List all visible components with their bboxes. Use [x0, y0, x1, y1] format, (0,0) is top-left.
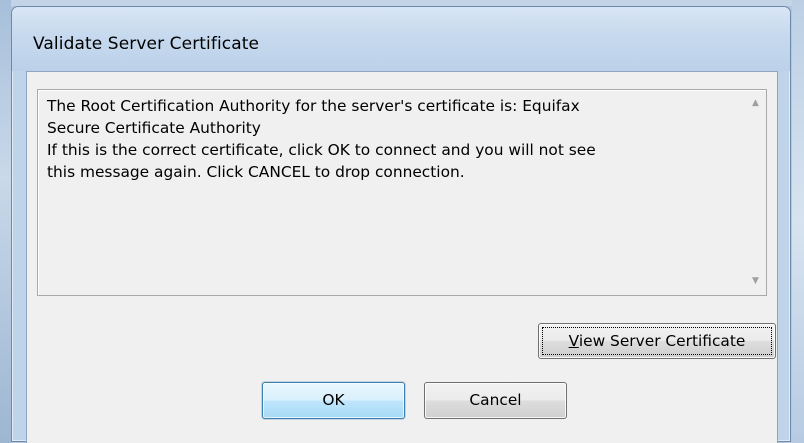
message-line: this message again. Click CANCEL to drop… — [47, 163, 465, 181]
cancel-button[interactable]: Cancel — [424, 382, 567, 419]
ok-button[interactable]: OK — [262, 382, 405, 419]
view-server-certificate-label-rest: iew Server Certificate — [578, 332, 746, 350]
desktop-background-right — [792, 0, 804, 443]
accelerator-key: V — [568, 332, 579, 350]
title-bar[interactable]: Validate Server Certificate — [12, 7, 790, 71]
view-server-certificate-label: View Server Certificate — [569, 332, 746, 350]
dialog-title: Validate Server Certificate — [33, 34, 260, 54]
message-line: Secure Certificate Authority — [47, 119, 261, 137]
certificate-message-text: The Root Certification Authority for the… — [47, 95, 727, 183]
certificate-message-textbox[interactable]: The Root Certification Authority for the… — [37, 89, 767, 296]
scroll-down-arrow-icon[interactable]: ▼ — [746, 272, 765, 290]
dialog-client-area: The Root Certification Authority for the… — [26, 71, 778, 443]
vertical-scrollbar[interactable]: ▲ ▼ — [746, 91, 765, 294]
validate-certificate-dialog: Validate Server Certificate The Root Cer… — [11, 6, 791, 443]
message-line: The Root Certification Authority for the… — [47, 97, 580, 115]
desktop-background-left — [0, 0, 11, 443]
message-line: If this is the correct certificate, clic… — [47, 141, 596, 159]
view-server-certificate-button[interactable]: View Server Certificate — [538, 323, 776, 359]
scroll-up-arrow-icon[interactable]: ▲ — [746, 94, 765, 112]
